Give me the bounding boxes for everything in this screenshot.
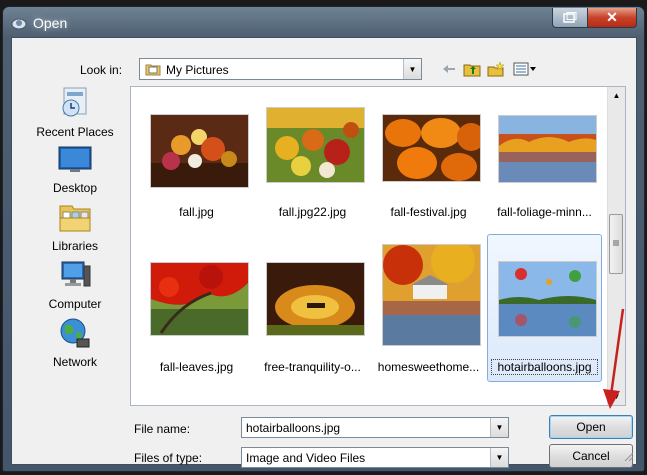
- file-thumbnail: [382, 114, 481, 182]
- place-label-recent: Recent Places: [36, 125, 114, 139]
- file-name: free-tranquility-o...: [264, 360, 361, 374]
- file-item[interactable]: fall-leaves.jpg: [139, 247, 254, 392]
- place-label-libraries: Libraries: [51, 239, 99, 253]
- file-thumbnail: [498, 261, 597, 337]
- back-arrow-icon: [443, 65, 455, 73]
- scroll-up-arrow[interactable]: ▲: [608, 87, 625, 104]
- libraries-icon: [59, 205, 91, 232]
- look-in-dropdown-arrow[interactable]: ▼: [403, 59, 421, 79]
- file-thumbnail: [150, 262, 249, 336]
- dialog-icon: [11, 18, 27, 30]
- cancel-button[interactable]: Cancel: [549, 444, 633, 468]
- file-name: hotairballoons.jpg: [491, 359, 598, 375]
- new-folder-icon: [487, 61, 505, 76]
- place-label-computer: Computer: [48, 297, 102, 311]
- file-name-label: File name:: [134, 422, 191, 436]
- minimize-button[interactable]: [552, 8, 588, 28]
- look-in-label: Look in:: [80, 63, 123, 77]
- file-type-label: Files of type:: [134, 451, 203, 465]
- place-desktop[interactable]: Desktop: [30, 142, 120, 195]
- file-list[interactable]: fall.jpg fall.jpg22.jpg fall-festival.jp…: [130, 86, 626, 406]
- file-name: fall-leaves.jpg: [159, 360, 234, 374]
- places-bar: Recent Places Desktop Libraries Computer…: [30, 86, 120, 406]
- cancel-button-label: Cancel: [572, 449, 610, 463]
- pictures-folder-icon: [145, 64, 161, 76]
- restore-icon: [563, 11, 577, 23]
- recent-places-icon: [62, 87, 87, 117]
- open-dialog: Open ✕ Look in: My Pictures ▼ Recent Pla…: [2, 6, 645, 472]
- file-thumbnail: [150, 114, 249, 188]
- file-name-value: hotairballoons.jpg: [246, 421, 341, 435]
- close-icon: ✕: [606, 9, 618, 25]
- look-in-combo[interactable]: My Pictures ▼: [139, 58, 422, 80]
- file-item[interactable]: fall.jpg: [139, 101, 254, 246]
- scrollbar-grip-icon: [613, 240, 619, 246]
- file-name-field[interactable]: hotairballoons.jpg ▼: [241, 417, 509, 438]
- computer-icon: [61, 261, 91, 287]
- window-title: Open: [33, 15, 68, 31]
- network-icon: [60, 318, 90, 348]
- views-icon: [513, 62, 536, 76]
- scrollbar-thumb[interactable]: [609, 214, 623, 274]
- file-name: fall-foliage-minn...: [497, 205, 592, 219]
- file-item[interactable]: fall-festival.jpg: [371, 101, 486, 246]
- file-name: fall.jpg22.jpg: [278, 205, 347, 219]
- file-name-dropdown-arrow[interactable]: ▼: [490, 418, 508, 437]
- file-type-value: Image and Video Files: [246, 451, 366, 465]
- place-computer[interactable]: Computer: [30, 258, 120, 311]
- file-name: homesweethome...: [377, 360, 480, 374]
- file-type-select[interactable]: Image and Video Files ▼: [241, 447, 509, 468]
- place-recent-places[interactable]: Recent Places: [30, 86, 120, 139]
- file-item[interactable]: free-tranquility-o...: [255, 247, 370, 392]
- file-item[interactable]: homesweethome...: [371, 244, 486, 392]
- file-thumbnail: [266, 107, 365, 183]
- file-thumbnail: [498, 115, 597, 183]
- views-menu-button[interactable]: [512, 60, 538, 78]
- desktop-icon: [58, 146, 92, 172]
- file-item[interactable]: fall-foliage-minn...: [487, 101, 602, 246]
- new-folder-button[interactable]: [486, 60, 506, 78]
- file-thumbnail: [266, 262, 365, 336]
- up-folder-button[interactable]: [462, 60, 482, 78]
- file-item-selected[interactable]: hotairballoons.jpg: [487, 234, 602, 382]
- file-item[interactable]: fall.jpg22.jpg: [255, 101, 370, 246]
- open-button-label: Open: [576, 420, 606, 434]
- place-libraries[interactable]: Libraries: [30, 200, 120, 253]
- back-button[interactable]: [440, 60, 458, 78]
- look-in-value: My Pictures: [166, 63, 229, 77]
- place-label-desktop: Desktop: [52, 181, 98, 195]
- annotation-arrow-icon: [603, 308, 625, 409]
- place-label-network: Network: [52, 355, 97, 369]
- up-folder-icon: [463, 64, 481, 76]
- resize-grip-icon[interactable]: [622, 450, 634, 462]
- file-name: fall-festival.jpg: [390, 205, 467, 219]
- place-network[interactable]: Network: [30, 316, 120, 369]
- file-thumbnail: [382, 244, 481, 346]
- title-bar[interactable]: Open ✕: [3, 7, 644, 39]
- file-type-dropdown-arrow[interactable]: ▼: [490, 448, 508, 467]
- close-button[interactable]: ✕: [587, 8, 637, 28]
- file-name: fall.jpg: [179, 205, 214, 219]
- dialog-client: Look in: My Pictures ▼ Recent Places Des…: [11, 37, 637, 468]
- open-button[interactable]: Open: [549, 415, 633, 439]
